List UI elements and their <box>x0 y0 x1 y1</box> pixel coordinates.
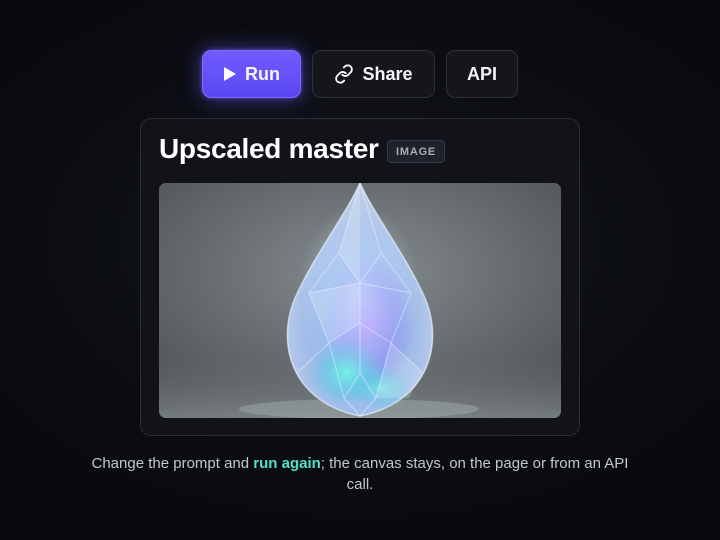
share-label: Share <box>362 63 413 84</box>
caption-before: Change the prompt and <box>91 455 254 472</box>
output-image[interactable] <box>159 183 561 418</box>
api-label: API <box>466 63 497 84</box>
type-badge: IMAGE <box>387 140 446 163</box>
play-icon <box>223 66 237 82</box>
run-button[interactable]: Run <box>202 50 301 98</box>
caption-after: ; the canvas stays, on the page or from … <box>320 455 629 493</box>
run-again-highlight: run again <box>253 455 321 472</box>
run-label: Run <box>245 63 280 84</box>
api-button[interactable]: API <box>446 50 518 98</box>
output-card: Upscaled master IMAGE <box>140 118 580 436</box>
share-button[interactable]: Share <box>312 50 435 98</box>
crystal-droplet-image <box>159 183 561 418</box>
toolbar: Run Share API <box>0 50 720 100</box>
caption: Change the prompt and run again; the can… <box>80 453 640 495</box>
link-icon <box>334 64 354 84</box>
card-title: Upscaled master <box>159 133 379 164</box>
